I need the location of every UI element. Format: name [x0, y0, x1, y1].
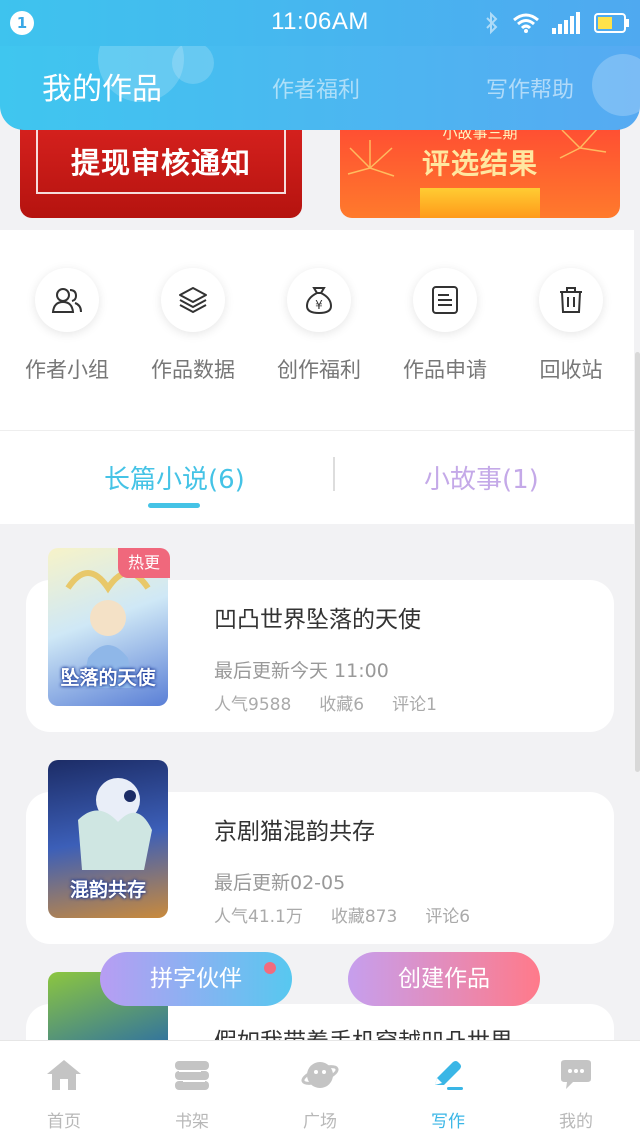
bottom-nav: 首页 书架 广场 写作 我的 — [0, 1040, 640, 1138]
cover-title: 坠落的天使 — [60, 667, 156, 689]
signal-icon — [552, 12, 580, 34]
tab-long-novels[interactable]: 长篇小说(6) — [104, 459, 245, 496]
word-partner-label: 拼字伙伴 — [150, 966, 242, 992]
nav-square[interactable]: 广场 — [256, 1055, 384, 1132]
tab-my-works[interactable]: 我的作品 — [42, 64, 162, 108]
group-icon — [35, 268, 99, 332]
nav-home[interactable]: 首页 — [0, 1055, 128, 1132]
main-content: 提现审核通知 小故事三期 评选结果 作者小组 作品数据 ¥ 创作福利 作品申请 … — [0, 118, 640, 1040]
wifi-icon — [513, 13, 539, 33]
quick-actions: 作者小组 作品数据 ¥ 创作福利 作品申请 回收站 — [0, 230, 634, 430]
quick-label: 作者小组 — [25, 358, 109, 382]
tab-writing-help[interactable]: 写作帮助 — [486, 72, 574, 104]
bluetooth-icon — [486, 11, 498, 35]
quick-recycle-bin[interactable]: 回收站 — [508, 268, 634, 384]
quick-work-application[interactable]: 作品申请 — [382, 268, 508, 384]
work-cover[interactable]: 混韵共存 — [48, 760, 168, 918]
status-icons — [484, 10, 630, 36]
work-stats: 人气9588 收藏6 评论1 — [214, 690, 437, 715]
decor-bubble — [172, 46, 214, 84]
quick-label: 作品数据 — [151, 358, 235, 382]
notification-dot — [264, 962, 276, 974]
nav-mine[interactable]: 我的 — [512, 1055, 640, 1132]
nav-label: 写作 — [431, 1112, 465, 1132]
layers-icon — [161, 268, 225, 332]
work-type-tabs: 长篇小说(6) 小故事(1) — [0, 430, 634, 524]
top-header: 我的作品 作者福利 写作帮助 — [0, 46, 640, 130]
battery-icon — [594, 13, 629, 33]
work-favorites: 收藏6 — [319, 695, 365, 715]
tab-author-benefits[interactable]: 作者福利 — [272, 72, 360, 104]
quick-label: 作品申请 — [403, 358, 487, 382]
work-title: 京剧猫混韵共存 — [214, 819, 375, 845]
work-stats: 人气41.1万 收藏873 评论6 — [214, 902, 470, 927]
work-popularity: 人气41.1万 — [214, 907, 303, 927]
banner-title: 提现审核通知 — [70, 146, 251, 180]
svg-text:¥: ¥ — [315, 298, 323, 312]
status-bar: 1 11:06AM — [0, 0, 640, 46]
hot-badge: 热更 — [118, 548, 170, 578]
work-comments: 评论1 — [392, 695, 437, 715]
scrollbar[interactable] — [635, 352, 640, 772]
work-last-update: 最后更新今天 11:00 — [214, 660, 389, 682]
cover-title: 混韵共存 — [69, 879, 146, 901]
trash-icon — [539, 268, 603, 332]
work-favorites: 收藏873 — [330, 907, 398, 927]
tab-short-stories[interactable]: 小故事(1) — [424, 459, 539, 496]
nav-label: 首页 — [47, 1112, 81, 1132]
word-partner-button[interactable]: 拼字伙伴 — [100, 952, 292, 1006]
work-title: 凹凸世界坠落的天使 — [214, 607, 421, 633]
planet-icon — [256, 1055, 384, 1095]
home-icon — [0, 1055, 128, 1095]
document-icon — [413, 268, 477, 332]
banner-title: 评选结果 — [421, 147, 538, 180]
quick-creation-benefits[interactable]: ¥ 创作福利 — [256, 268, 382, 384]
active-tab-indicator — [148, 503, 200, 508]
money-bag-icon: ¥ — [287, 268, 351, 332]
tab-divider — [333, 457, 335, 491]
create-work-button[interactable]: 创建作品 — [348, 952, 540, 1006]
chat-bubble-icon — [512, 1055, 640, 1095]
quick-work-data[interactable]: 作品数据 — [130, 268, 256, 384]
banner-withdraw-notice[interactable]: 提现审核通知 — [20, 118, 302, 218]
work-title: 假如我带着手机穿越凹凸世界 — [214, 1022, 513, 1040]
quick-label: 创作福利 — [277, 358, 361, 382]
nav-label: 我的 — [559, 1112, 593, 1132]
banner-selection-results[interactable]: 小故事三期 评选结果 — [340, 118, 620, 218]
quick-label: 回收站 — [539, 358, 603, 382]
bookshelf-icon — [128, 1055, 256, 1095]
decor-bubble — [592, 54, 640, 116]
nav-label: 广场 — [303, 1112, 337, 1132]
work-comments: 评论6 — [425, 907, 471, 927]
nav-label: 书架 — [175, 1112, 209, 1132]
pen-icon — [384, 1055, 512, 1095]
podium-graphic — [420, 188, 540, 218]
nav-write[interactable]: 写作 — [384, 1055, 512, 1132]
quick-author-group[interactable]: 作者小组 — [4, 268, 130, 384]
nav-bookshelf[interactable]: 书架 — [128, 1055, 256, 1132]
work-popularity: 人气9588 — [214, 695, 292, 715]
work-last-update: 最后更新02-05 — [214, 872, 346, 894]
